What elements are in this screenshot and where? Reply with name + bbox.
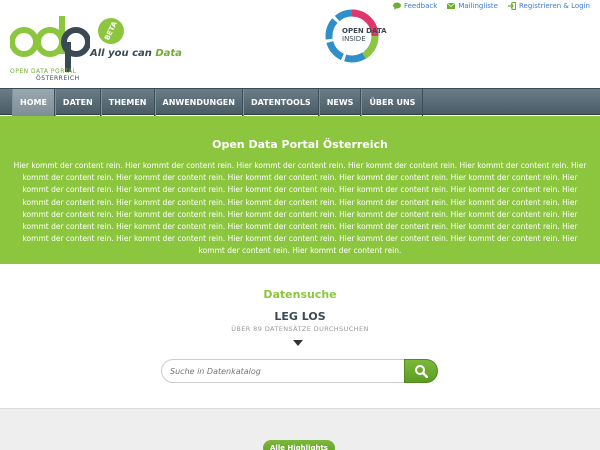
register-login-link[interactable]: Registrieren & Login (507, 2, 590, 10)
highlights-section: Alle Highlights (0, 408, 600, 450)
nav-item-daten[interactable]: DATEN (54, 89, 101, 116)
odp-logo-icon (10, 16, 90, 72)
hero-section: Open Data Portal Österreich Hier kommt d… (0, 116, 600, 264)
hero-text: Hier kommt der content rein. Hier kommt … (13, 161, 587, 256)
nav-item-datentools[interactable]: DATENTOOLS (242, 89, 319, 116)
search-subtitle: LEG LOS (274, 310, 326, 323)
login-arrow-icon (507, 2, 516, 10)
search-title: Datensuche (263, 288, 337, 301)
nav-item-themen[interactable]: THEMEN (100, 89, 155, 116)
search-input[interactable] (161, 359, 405, 383)
feedback-link[interactable]: Feedback (392, 2, 437, 10)
header: BETA All you can Data OPEN DATA PORTAL Ö… (0, 0, 600, 88)
badge-line2: INSIDE (342, 35, 366, 43)
hero-title: Open Data Portal Österreich (212, 138, 388, 151)
nav-item-home[interactable]: HOME (12, 89, 55, 116)
badge-line1: OPEN DATA (342, 27, 387, 35)
envelope-icon (447, 2, 456, 9)
nav-item-anwendungen[interactable]: ANWENDUNGEN (154, 89, 243, 116)
portal-name: OPEN DATA PORTAL (10, 68, 77, 75)
portal-country: ÖSTERREICH (36, 75, 80, 82)
nav-items: HOME DATEN THEMEN ANWENDUNGEN DATENTOOLS NEWS… (12, 89, 424, 116)
search-icon (415, 365, 428, 378)
dataset-count: ÜBER 89 DATENSÄTZE DURCHSUCHEN (231, 325, 369, 333)
search-section: Datensuche LEG LOS ÜBER 89 DATENSÄTZE DU… (0, 264, 600, 408)
arrow-down-icon (293, 340, 303, 346)
all-highlights-button[interactable]: Alle Highlights (263, 440, 335, 450)
tagline: All you can Data (90, 48, 182, 59)
beta-badge: BETA (93, 13, 129, 49)
top-links: Feedback Mailingliste Registrieren & Log… (392, 2, 590, 10)
speech-bubble-icon (392, 2, 401, 10)
mailing-list-link[interactable]: Mailingliste (447, 2, 498, 10)
search-button[interactable] (404, 359, 438, 383)
nav-item-news[interactable]: NEWS (318, 89, 362, 116)
odp-logo[interactable]: BETA All you can Data OPEN DATA PORTAL Ö… (10, 8, 182, 84)
nav-item-über-uns[interactable]: ÜBER UNS (361, 89, 424, 116)
main-nav: HOME DATEN THEMEN ANWENDUNGEN DATENTOOLS NEWS… (0, 88, 600, 116)
